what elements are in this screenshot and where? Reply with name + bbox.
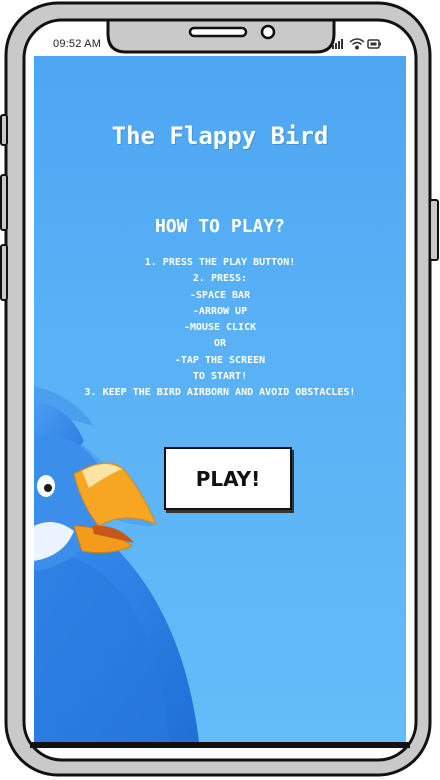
instruction-line: -ARROW UP [192,305,248,317]
instruction-line: -SPACE BAR [189,289,251,301]
status-icons [332,38,381,50]
game-screen[interactable]: The Flappy Bird HOW TO PLAY? 1. PRESS TH… [34,56,406,742]
battery-icon [367,39,381,49]
instruction-line: 3. KEEP THE BIRD AIRBORN AND AVOID OBSTA… [84,387,356,399]
how-to-heading: HOW TO PLAY? [154,216,286,237]
instruction-line: 2. PRESS: [192,273,248,285]
instruction-line: -MOUSE CLICK [183,322,257,334]
wifi-icon [349,38,365,50]
phone-frame: 09:52 AM The Flappy Bird HOW TO PLAY? 1.… [0,0,440,780]
status-time: 09:52 AM [53,38,102,50]
signal-icon [332,39,343,49]
instruction-line: OR [213,338,227,350]
instruction-line: TO START! [192,371,248,383]
instruction-line: 1. PRESS THE PLAY BUTTON! [144,257,296,268]
instructions-list: 1. PRESS THE PLAY BUTTON! 2. PRESS: -SPA… [34,255,406,402]
instruction-line: -TAP THE SCREEN [174,354,266,366]
play-button[interactable]: PLAY! [164,447,292,510]
game-title: The Flappy Bird [111,122,329,150]
